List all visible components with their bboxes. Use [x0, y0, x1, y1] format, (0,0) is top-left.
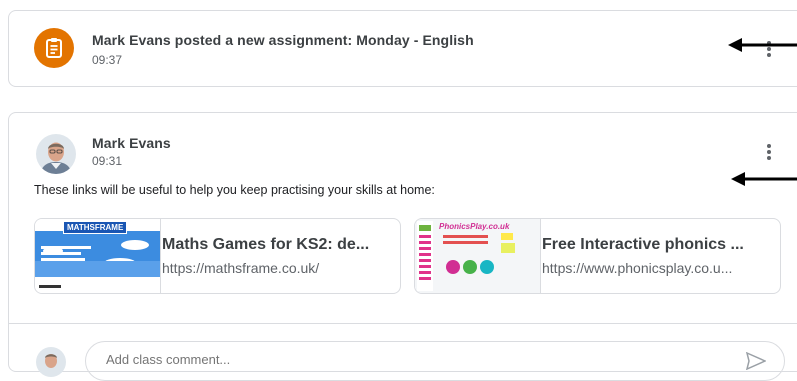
phonicsplay-thumbnail: PhonicsPlay.co.uk — [415, 219, 541, 293]
assignment-time: 09:37 — [92, 53, 123, 67]
link-url[interactable]: https://www.phonicsplay.co.u... — [542, 260, 757, 276]
post-time: 09:31 — [92, 154, 123, 168]
announcement-card: Mark Evans 09:31 These links will be use… — [8, 112, 797, 381]
phonicsplay-logo: PhonicsPlay.co.uk — [439, 222, 510, 231]
assignment-card[interactable]: Mark Evans posted a new assignment: Mond… — [8, 10, 797, 87]
author-avatar — [36, 134, 76, 174]
link-url[interactable]: https://mathsframe.co.uk/ — [162, 260, 377, 276]
link-title[interactable]: Free Interactive phonics ... — [542, 236, 757, 254]
post-more-options-icon[interactable] — [757, 140, 781, 164]
link-card-mathsframe[interactable]: MATHSFRAME Maths Games for KS2: de... ht… — [34, 218, 401, 294]
class-comment-input[interactable] — [104, 351, 708, 368]
class-comment-box[interactable] — [85, 341, 785, 381]
send-icon[interactable] — [745, 351, 767, 375]
assignment-title[interactable]: Mark Evans posted a new assignment: Mond… — [92, 32, 474, 48]
mathsframe-logo: MATHSFRAME — [63, 221, 128, 234]
post-author: Mark Evans — [92, 135, 171, 151]
comment-divider — [9, 323, 797, 324]
user-avatar — [36, 347, 66, 377]
annotation-arrow — [728, 37, 797, 58]
post-text: These links will be useful to help you k… — [34, 183, 435, 197]
annotation-arrow — [731, 171, 797, 192]
link-card-phonicsplay[interactable]: PhonicsPlay.co.uk Free Interactive phoni… — [414, 218, 781, 294]
link-title[interactable]: Maths Games for KS2: de... — [162, 236, 377, 254]
assignment-icon — [34, 28, 74, 68]
mathsframe-thumbnail: MATHSFRAME — [35, 219, 161, 293]
